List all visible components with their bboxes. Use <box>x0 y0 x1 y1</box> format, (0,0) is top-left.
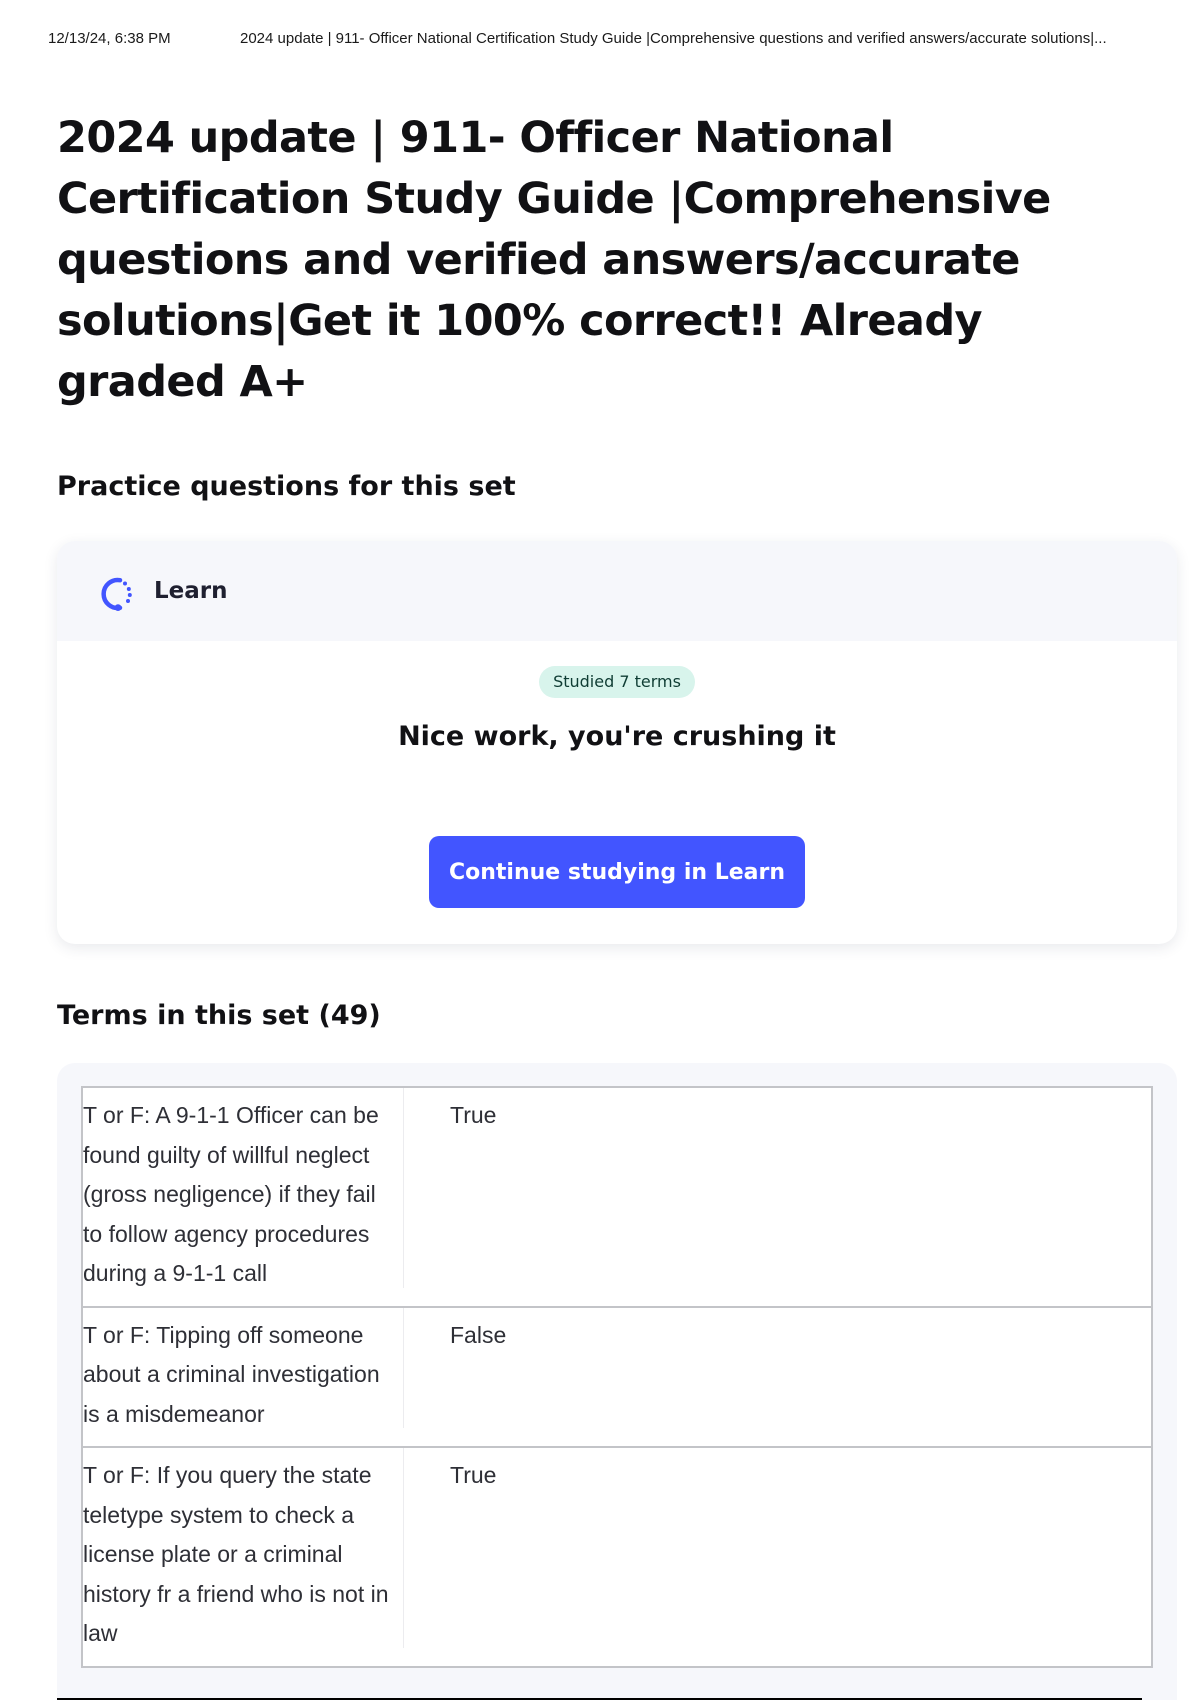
term-row: T or F: Tipping off someone about a crim… <box>83 1307 1151 1448</box>
term-row: T or F: A 9-1-1 Officer can be found gui… <box>83 1088 1151 1308</box>
learn-card: Learn Studied 7 terms Nice work, you're … <box>57 541 1177 944</box>
term-text: T or F: If you query the state teletype … <box>83 1462 389 1646</box>
term-text: T or F: A 9-1-1 Officer can be found gui… <box>83 1102 379 1286</box>
continue-learn-button[interactable]: Continue studying in Learn <box>429 836 805 908</box>
term-definition: True <box>450 1462 497 1488</box>
term-divider <box>403 1448 404 1648</box>
term-text: T or F: Tipping off someone about a crim… <box>83 1321 380 1427</box>
learn-card-header: Learn <box>57 541 1177 641</box>
print-date: 12/13/24, 6:38 PM <box>48 30 171 47</box>
term-row: T or F: If you query the state teletype … <box>83 1448 1151 1666</box>
practice-heading: Practice questions for this set <box>57 471 516 502</box>
term-definition: True <box>450 1102 497 1128</box>
term-definition: False <box>450 1321 507 1348</box>
studied-badge: Studied 7 terms <box>539 666 695 698</box>
learn-progress-icon <box>96 574 136 614</box>
term-divider <box>403 1088 404 1288</box>
learn-message: Nice work, you're crushing it <box>398 721 836 752</box>
learn-label: Learn <box>154 578 228 604</box>
terms-container: T or F: A 9-1-1 Officer can be found gui… <box>57 1063 1177 1700</box>
terms-table: T or F: A 9-1-1 Officer can be found gui… <box>81 1086 1153 1668</box>
page-title: 2024 update | 911- Officer National Cert… <box>57 113 1051 407</box>
print-page-title: 2024 update | 911- Officer National Cert… <box>240 30 1107 47</box>
terms-heading: Terms in this set (49) <box>57 1000 381 1031</box>
term-divider <box>403 1307 404 1428</box>
print-header: 12/13/24, 6:38 PM 2024 update | 911- Off… <box>48 28 1172 52</box>
